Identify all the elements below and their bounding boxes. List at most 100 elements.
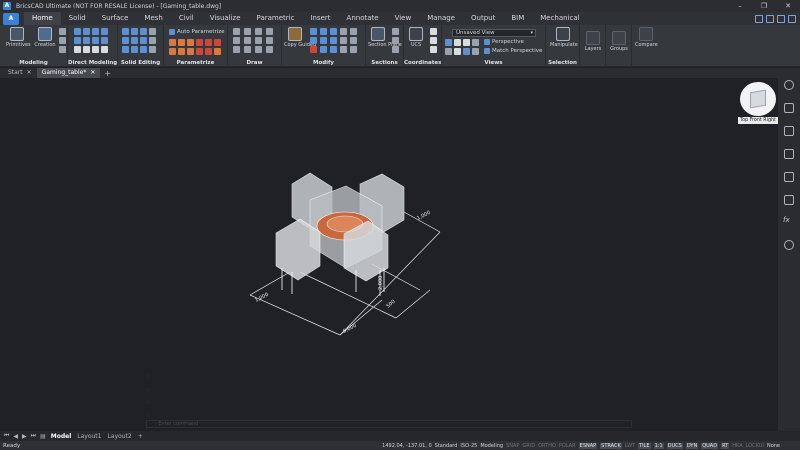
layout-tab-model[interactable]: Model: [48, 433, 75, 440]
top-view-icon[interactable]: [445, 39, 452, 46]
circle-icon[interactable]: [244, 28, 251, 35]
line-icon[interactable]: [244, 37, 251, 44]
stretch-icon[interactable]: [310, 37, 317, 44]
offset-face-icon[interactable]: [74, 37, 81, 44]
manipulate-button[interactable]: Manipulate: [550, 27, 578, 48]
angle-constraint-icon[interactable]: [187, 48, 194, 55]
union-icon[interactable]: [122, 28, 129, 35]
application-menu-button[interactable]: A: [3, 12, 19, 25]
offset-icon[interactable]: [330, 37, 337, 44]
revolve-icon[interactable]: [59, 37, 66, 44]
text-style[interactable]: Standard: [435, 443, 458, 449]
split-icon[interactable]: [131, 46, 138, 53]
zoom-icon[interactable]: [445, 48, 452, 55]
fix-constraint-icon[interactable]: [169, 39, 176, 46]
erase-icon[interactable]: [310, 46, 317, 53]
ellipse-icon[interactable]: [255, 37, 262, 44]
new-document-button[interactable]: +: [100, 69, 115, 78]
parameters-manager-icon[interactable]: fx: [783, 216, 790, 224]
face-ucs-icon[interactable]: [430, 37, 437, 44]
grid-toggle[interactable]: GRID: [522, 443, 535, 449]
tab-manage[interactable]: Manage: [419, 12, 463, 25]
section-view-icon[interactable]: [392, 28, 399, 35]
polar-toggle[interactable]: POLAR: [559, 443, 576, 449]
minimize-button[interactable]: –: [728, 0, 752, 12]
named-view-combo[interactable]: Unsaved View ▾: [452, 29, 536, 37]
hka-toggle[interactable]: HKA: [732, 443, 742, 449]
ucs-origin-icon[interactable]: [430, 46, 437, 53]
layout-list-icon[interactable]: ▤: [38, 433, 48, 440]
polyline-icon[interactable]: [233, 28, 240, 35]
scale-icon[interactable]: [330, 28, 337, 35]
close-icon[interactable]: ✕: [90, 68, 95, 78]
clean-icon[interactable]: [122, 46, 129, 53]
command-line-input[interactable]: : Enter command: [146, 420, 632, 428]
orbit-icon[interactable]: [463, 48, 470, 55]
intersect-icon[interactable]: [140, 28, 147, 35]
move-icon[interactable]: [310, 28, 317, 35]
panel-toggle-icon[interactable]: [766, 14, 774, 23]
interfere-icon[interactable]: [149, 28, 156, 35]
delete-face-icon[interactable]: [83, 37, 90, 44]
tab-mechanical[interactable]: Mechanical: [532, 12, 587, 25]
primitives-button[interactable]: Primitives: [6, 27, 31, 48]
hatch-icon[interactable]: [266, 28, 273, 35]
panel-groups[interactable]: Groups: [606, 25, 632, 67]
section-more-icon[interactable]: [392, 46, 399, 53]
mechanical-browser-icon[interactable]: [784, 195, 794, 205]
dyn-toggle[interactable]: DYN: [685, 442, 699, 449]
tangent-icon[interactable]: [214, 39, 221, 46]
ribbon-settings-icon[interactable]: [788, 14, 796, 23]
mirror-icon[interactable]: [340, 28, 347, 35]
check-icon[interactable]: [149, 37, 156, 44]
layout-tab-layout1[interactable]: Layout1: [74, 433, 104, 440]
first-layout-icon[interactable]: ⏮: [2, 432, 11, 440]
spline-icon[interactable]: [266, 37, 273, 44]
coincident-icon[interactable]: [178, 39, 185, 46]
perspective-button[interactable]: Perspective: [484, 39, 524, 45]
tab-annotate[interactable]: Annotate: [339, 12, 387, 25]
tab-home[interactable]: Home: [24, 12, 61, 25]
groups-button[interactable]: Groups: [608, 31, 630, 52]
subtract-icon[interactable]: [131, 28, 138, 35]
tab-mesh[interactable]: Mesh: [136, 12, 170, 25]
world-ucs-icon[interactable]: [430, 28, 437, 35]
tab-insert[interactable]: Insert: [302, 12, 338, 25]
iso-view-icon[interactable]: [472, 39, 479, 46]
view-cube-icon[interactable]: [750, 89, 766, 109]
region-icon[interactable]: [255, 46, 262, 53]
layers-button[interactable]: Layers: [582, 31, 604, 52]
tab-output[interactable]: Output: [463, 12, 503, 25]
front-view-icon[interactable]: [454, 39, 461, 46]
annotation-scale-dropdown[interactable]: None: [767, 443, 780, 449]
ucs-button[interactable]: UCS: [406, 27, 426, 48]
snap-toggle[interactable]: SNAP: [506, 443, 519, 449]
panel-layers[interactable]: Layers: [580, 25, 606, 67]
rigid-set-icon[interactable]: [196, 48, 203, 55]
lockui-toggle[interactable]: LOCKUI: [746, 443, 764, 449]
parallel-icon[interactable]: [196, 39, 203, 46]
align-icon[interactable]: [350, 28, 357, 35]
shell-icon[interactable]: [83, 46, 90, 53]
tab-bim[interactable]: BIM: [503, 12, 532, 25]
tile-toggle[interactable]: TILE: [638, 442, 651, 449]
structure-icon[interactable]: [784, 172, 794, 182]
imprint-icon[interactable]: [92, 46, 99, 53]
explode-icon[interactable]: [320, 46, 327, 53]
cloud-icon[interactable]: [784, 240, 794, 250]
loft-icon[interactable]: [59, 46, 66, 53]
section-settings-icon[interactable]: [392, 37, 399, 44]
break-icon[interactable]: [340, 46, 347, 53]
doc-tab-gaming-table[interactable]: Gaming_table* ✕: [36, 68, 101, 78]
doc-tab-start[interactable]: Start ✕: [3, 68, 37, 78]
radius-constraint-icon[interactable]: [178, 48, 185, 55]
concentric-icon[interactable]: [187, 39, 194, 46]
esnap-toggle[interactable]: ESNAP: [578, 442, 598, 449]
trim-icon[interactable]: [340, 37, 347, 44]
rectangle-icon[interactable]: [233, 46, 240, 53]
fillet-icon[interactable]: [92, 37, 99, 44]
chamfer-icon[interactable]: [101, 37, 108, 44]
distance-constraint-icon[interactable]: [169, 48, 176, 55]
restore-button[interactable]: ❐: [752, 0, 776, 12]
close-button[interactable]: ✕: [776, 0, 800, 12]
